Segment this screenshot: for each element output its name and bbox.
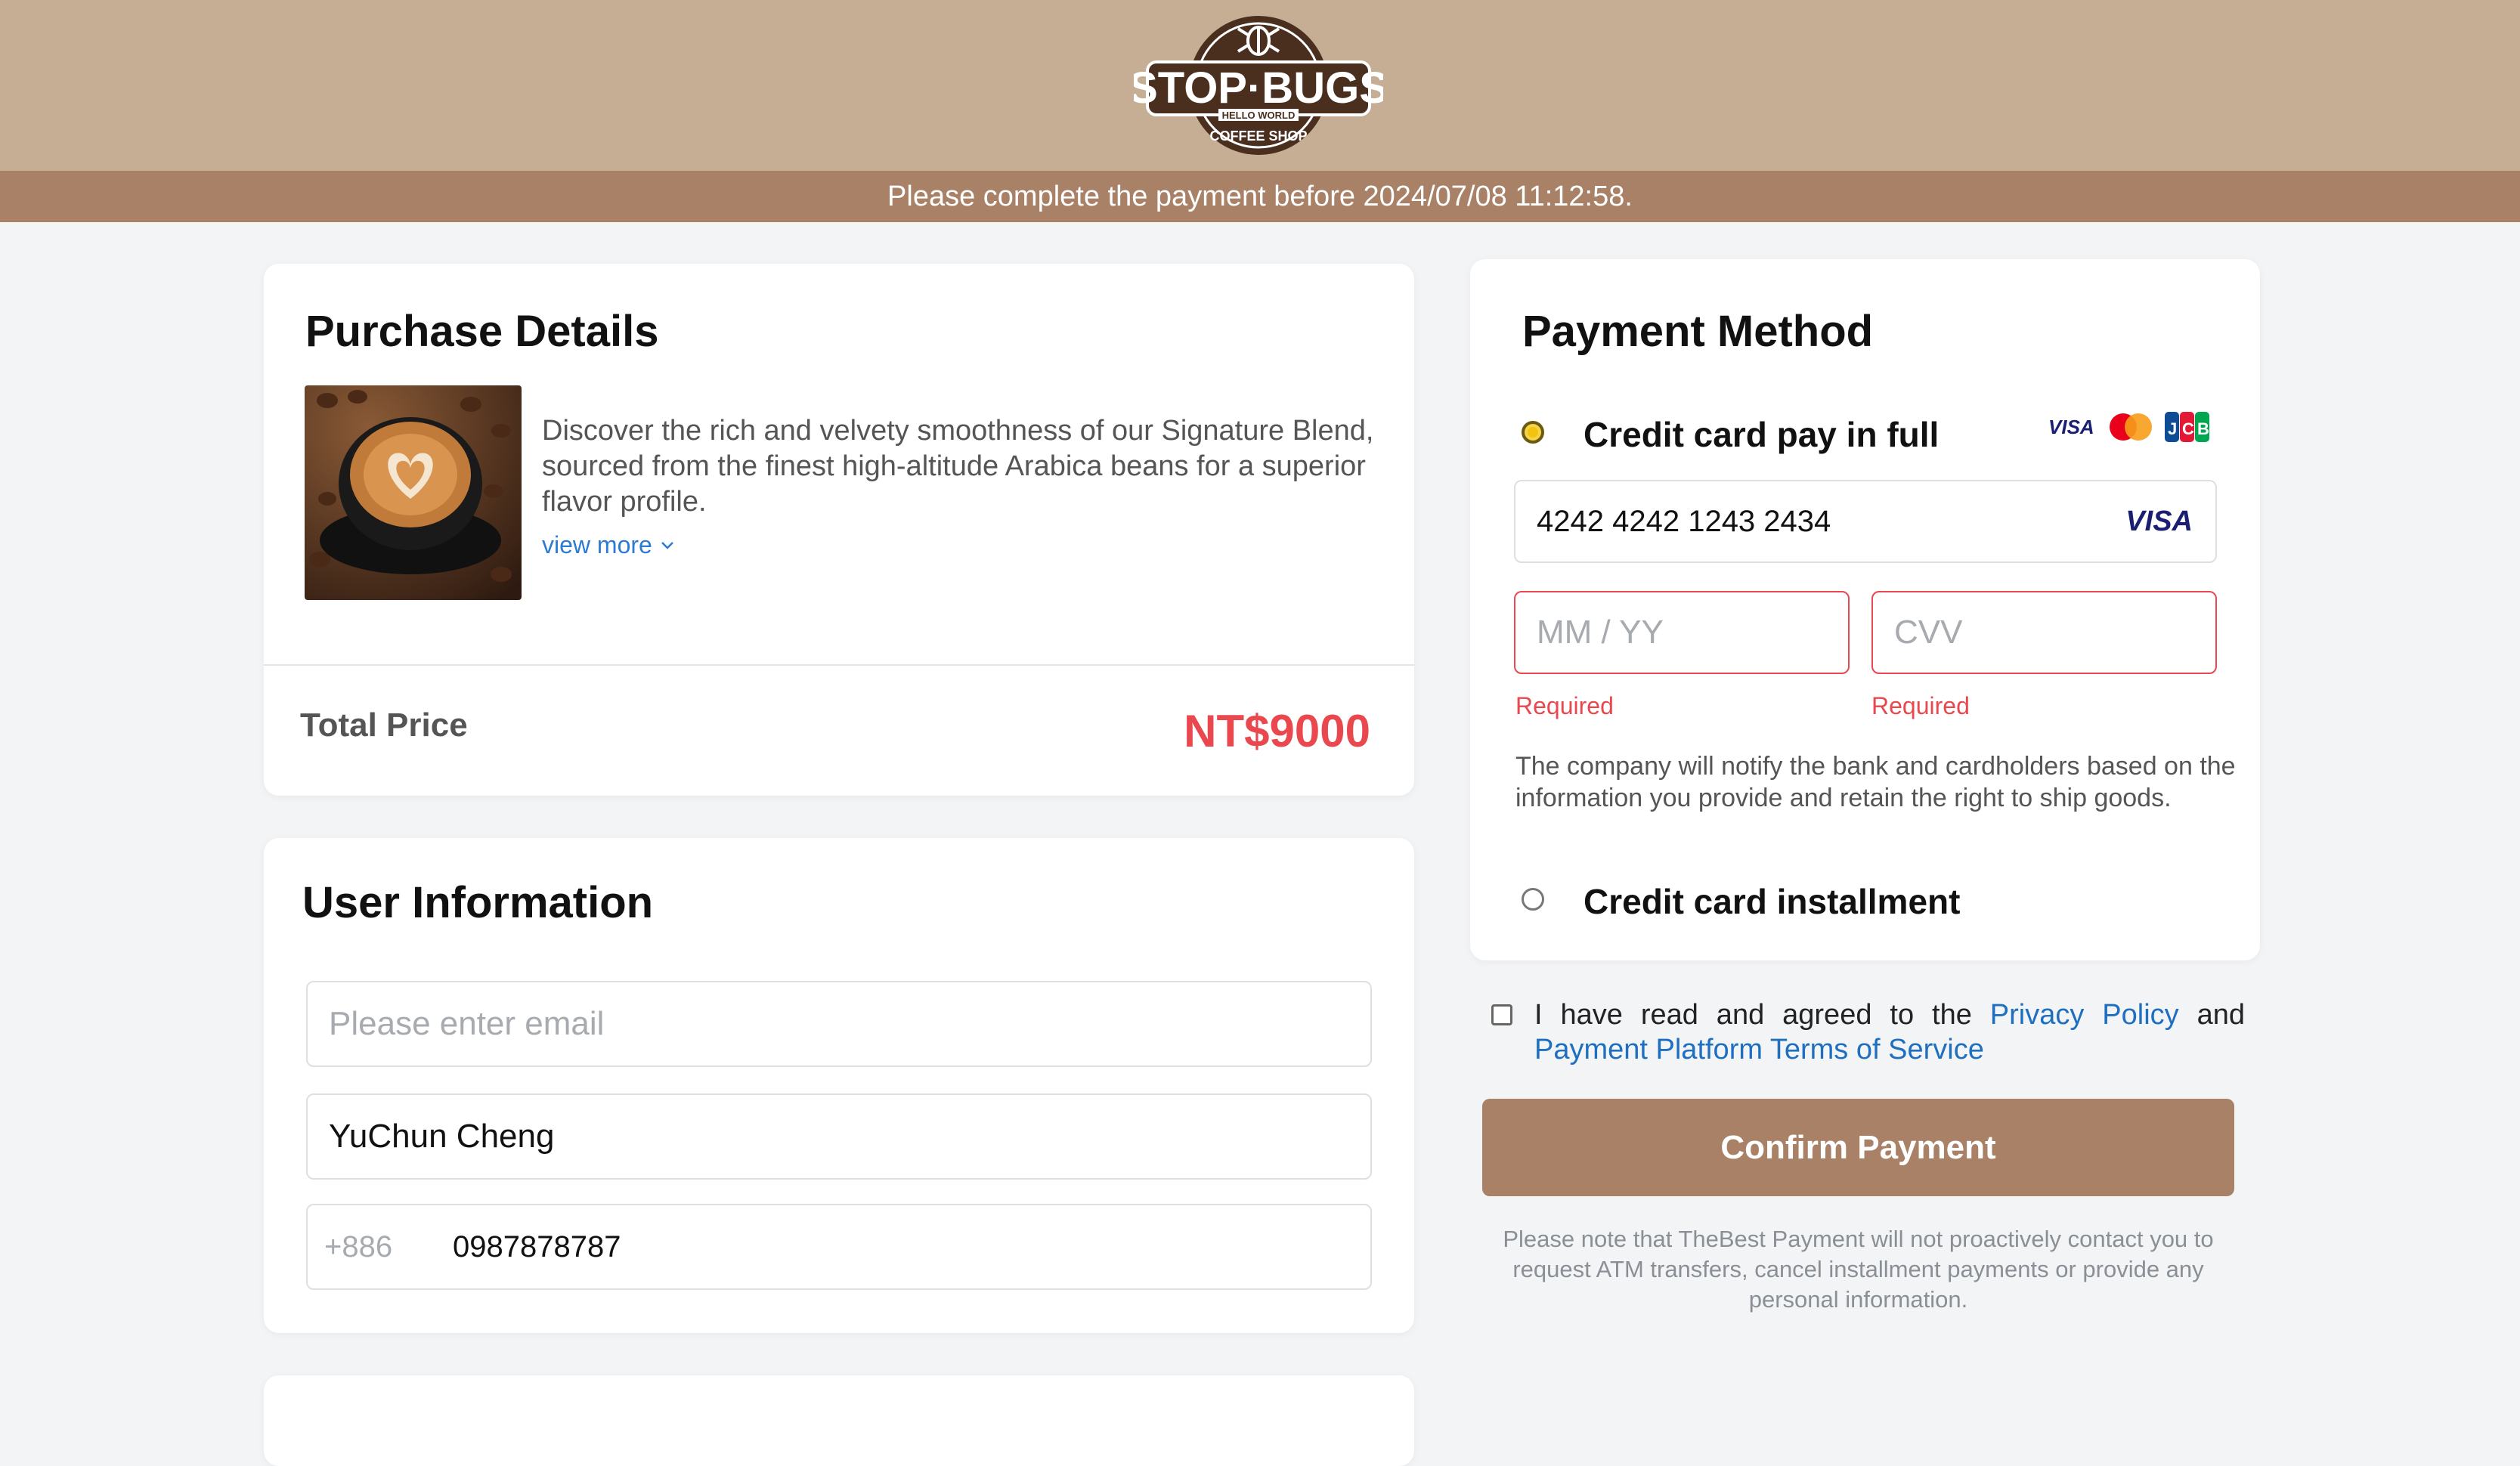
privacy-policy-link[interactable]: Privacy Policy	[1990, 999, 2179, 1031]
user-information-card: User Information Please enter email YuCh…	[264, 838, 1414, 1333]
chevron-down-icon	[661, 541, 673, 549]
expiry-placeholder: MM / YY	[1537, 614, 1664, 651]
header: STOP·BUGS HELLO WORLD COFFEE SHOP	[0, 0, 2520, 171]
view-more-label: view more	[542, 531, 652, 558]
name-value: YuChun Cheng	[329, 1118, 555, 1155]
installment-label[interactable]: Credit card installment	[1584, 881, 1960, 922]
installment-radio[interactable]	[1522, 888, 1544, 911]
purchase-details-title: Purchase Details	[305, 307, 659, 356]
expiry-field[interactable]: MM / YY	[1514, 591, 1850, 674]
user-information-title: User Information	[302, 878, 654, 927]
jcb-icon: J C B	[2165, 412, 2209, 442]
card-brand-visa-icon: VISA	[2125, 505, 2193, 537]
confirm-payment-button[interactable]: Confirm Payment	[1482, 1099, 2234, 1196]
mastercard-icon	[2110, 413, 2152, 441]
email-placeholder: Please enter email	[329, 1005, 605, 1042]
svg-text:HELLO WORLD: HELLO WORLD	[1222, 110, 1296, 121]
payment-method-title: Payment Method	[1522, 307, 1874, 356]
pay-in-full-radio[interactable]	[1522, 421, 1544, 444]
phone-value: 0987878787	[453, 1229, 621, 1263]
svg-text:C: C	[2182, 419, 2194, 438]
product-image	[305, 385, 522, 600]
card-number-value: 4242 4242 1243 2434	[1537, 504, 1831, 538]
agreement-and: and	[2196, 999, 2245, 1031]
deadline-text: Please complete the payment before 2024/…	[887, 180, 1633, 212]
card-number-field[interactable]: 4242 4242 1243 2434 VISA	[1514, 480, 2217, 563]
svg-text:VISA: VISA	[2048, 416, 2094, 438]
product-description: Discover the rich and velvety smoothness…	[542, 415, 1374, 518]
phone-field[interactable]: +886 0987878787	[306, 1204, 1372, 1290]
agreement-prefix: I have read and agreed to the	[1534, 999, 1972, 1031]
pay-in-full-label[interactable]: Credit card pay in full	[1584, 414, 1939, 455]
purchase-details-card: Purchase Details Discover the rich and v	[264, 264, 1414, 796]
view-more-link[interactable]: view more	[542, 531, 675, 559]
payment-deadline-banner: Please complete the payment before 2024/…	[0, 171, 2520, 222]
svg-text:J: J	[2168, 419, 2177, 438]
additional-card	[264, 1375, 1414, 1466]
terms-of-service-link[interactable]: Payment Platform Terms of Service	[1534, 1034, 1984, 1065]
total-price-value: NT$9000	[1184, 706, 1370, 756]
security-footnote: Please note that TheBest Payment will no…	[1503, 1226, 2214, 1313]
name-field[interactable]: YuChun Cheng	[306, 1093, 1372, 1180]
divider	[264, 664, 1414, 666]
bank-notice-text: The company will notify the bank and car…	[1515, 752, 2236, 812]
cvv-placeholder: CVV	[1894, 614, 1963, 651]
svg-text:STOP·BUGS: STOP·BUGS	[1134, 63, 1383, 113]
agreement-text: I have read and agreed to the Privacy Po…	[1489, 997, 2245, 1067]
payment-method-card: Payment Method Credit card pay in full V…	[1470, 259, 2260, 960]
svg-text:COFFEE SHOP: COFFEE SHOP	[1209, 128, 1307, 144]
email-field[interactable]: Please enter email	[306, 981, 1372, 1067]
accepted-card-logos: VISA J C B	[2048, 410, 2210, 444]
cvv-required-error: Required	[1871, 692, 1970, 719]
expiry-required-error: Required	[1515, 692, 1614, 719]
svg-text:B: B	[2197, 419, 2209, 438]
stop-bugs-logo: STOP·BUGS HELLO WORLD COFFEE SHOP	[1134, 16, 1383, 155]
cvv-field[interactable]: CVV	[1871, 591, 2217, 674]
visa-icon: VISA	[2048, 416, 2094, 438]
phone-country-code[interactable]: +886	[324, 1230, 453, 1264]
total-price-label: Total Price	[300, 707, 468, 744]
